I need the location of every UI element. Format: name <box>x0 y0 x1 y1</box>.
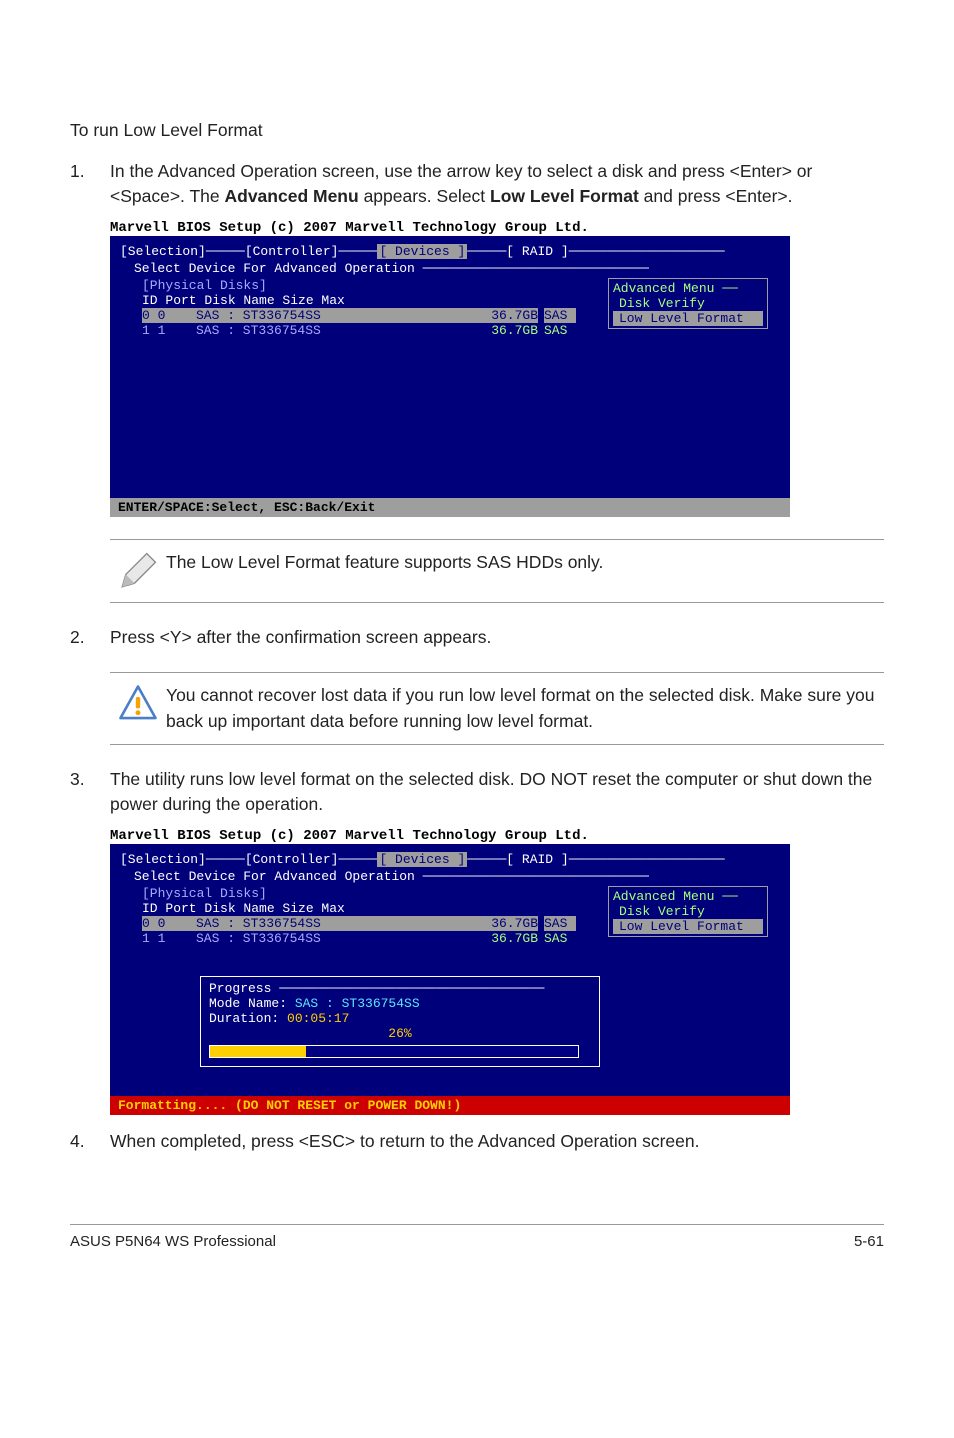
progress-percent: 26% <box>209 1026 591 1041</box>
mode-name-value: SAS : ST336754SS <box>287 996 420 1011</box>
disk-0-size: 36.7GB <box>476 308 538 323</box>
tabline-b: ─────[ RAID ]──────────────────── <box>467 244 724 259</box>
step-2-num: 2. <box>70 625 110 650</box>
step-3: 3. The utility runs low level format on … <box>70 767 884 818</box>
footer-right: 5-61 <box>854 1233 884 1250</box>
mode-name-label: Mode Name: <box>209 996 287 1011</box>
progress-title: Progress ───────────────────────────────… <box>209 981 591 996</box>
bios-tabs-2: [Selection]─────[Controller]─────[ Devic… <box>120 852 780 867</box>
page-footer: ASUS P5N64 WS Professional 5-61 <box>70 1224 884 1250</box>
note-2-text: You cannot recover lost data if you run … <box>166 683 884 734</box>
step-1-text: In the Advanced Operation screen, use th… <box>110 159 884 210</box>
bios-caption-1: Marvell BIOS Setup (c) 2007 Marvell Tech… <box>110 220 884 236</box>
step-4: 4. When completed, press <ESC> to return… <box>70 1129 884 1154</box>
advanced-menu: Advanced Menu ── Disk Verify Low Level F… <box>608 278 768 329</box>
adv-menu-disk-verify[interactable]: Disk Verify <box>613 296 763 311</box>
step-4-num: 4. <box>70 1129 110 1154</box>
adv-menu-title: Advanced Menu ── <box>613 281 763 296</box>
footer-left: ASUS P5N64 WS Professional <box>70 1233 276 1250</box>
bios-screen-1: [Selection]─────[Controller]─────[ Devic… <box>110 236 790 498</box>
step-1-bold-2: Low Level Format <box>490 186 639 206</box>
disk-0b-name: SAS : ST336754SS <box>196 916 476 931</box>
step-4-text: When completed, press <ESC> to return to… <box>110 1129 884 1154</box>
disk-1b-id: 1 1 <box>142 931 196 946</box>
tab-devices[interactable]: [ Devices ] <box>377 244 467 259</box>
step-1-text-b: appears. Select <box>359 186 490 206</box>
step-1: 1. In the Advanced Operation screen, use… <box>70 159 884 210</box>
pencil-icon <box>110 550 166 592</box>
tabline-a: [Selection]─────[Controller]───── <box>120 244 377 259</box>
duration-value: 00:05:17 <box>279 1011 349 1026</box>
progress-bar <box>209 1045 579 1058</box>
adv-menu-disk-verify-2[interactable]: Disk Verify <box>613 904 763 919</box>
tabline-a-2: [Selection]─────[Controller]───── <box>120 852 377 867</box>
step-2: 2. Press <Y> after the confirmation scre… <box>70 625 884 650</box>
disk-1b-size: 36.7GB <box>476 931 538 946</box>
note-2: You cannot recover lost data if you run … <box>110 672 884 745</box>
bios-status-1: ENTER/SPACE:Select, ESC:Back/Exit <box>110 498 790 517</box>
step-3-text: The utility runs low level format on the… <box>110 767 884 818</box>
warning-icon <box>110 683 166 725</box>
advanced-menu-2: Advanced Menu ── Disk Verify Low Level F… <box>608 886 768 937</box>
progress-bar-fill <box>210 1046 306 1057</box>
disk-1b-type: SAS <box>544 931 576 946</box>
step-3-num: 3. <box>70 767 110 818</box>
tab-devices-2[interactable]: [ Devices ] <box>377 852 467 867</box>
step-1-text-c: and press <Enter>. <box>639 186 793 206</box>
step-2-text: Press <Y> after the confirmation screen … <box>110 625 884 650</box>
bios-subhead: Select Device For Advanced Operation ───… <box>134 261 780 276</box>
duration-label: Duration: <box>209 1011 279 1026</box>
bios-status-2: Formatting.... (DO NOT RESET or POWER DO… <box>110 1096 790 1115</box>
disk-0-id: 0 0 <box>142 308 196 323</box>
disk-1-id: 1 1 <box>142 323 196 338</box>
disk-0-type: SAS <box>544 308 576 323</box>
bios-caption-2: Marvell BIOS Setup (c) 2007 Marvell Tech… <box>110 828 884 844</box>
bios-subhead-2: Select Device For Advanced Operation ───… <box>134 869 780 884</box>
note-1-text: The Low Level Format feature supports SA… <box>166 550 884 575</box>
progress-box: Progress ───────────────────────────────… <box>200 976 600 1067</box>
disk-0b-type: SAS <box>544 916 576 931</box>
step-1-num: 1. <box>70 159 110 210</box>
adv-menu-low-level-format[interactable]: Low Level Format <box>613 311 763 326</box>
disk-0b-id: 0 0 <box>142 916 196 931</box>
disk-1b-name: SAS : ST336754SS <box>196 931 476 946</box>
bios-tabs: [Selection]─────[Controller]─────[ Devic… <box>120 244 780 259</box>
disk-1-size: 36.7GB <box>476 323 538 338</box>
disk-0-name: SAS : ST336754SS <box>196 308 476 323</box>
tabline-b-2: ─────[ RAID ]──────────────────── <box>467 852 724 867</box>
step-1-bold-1: Advanced Menu <box>225 186 359 206</box>
adv-menu-low-level-format-2[interactable]: Low Level Format <box>613 919 763 934</box>
section-title: To run Low Level Format <box>70 120 884 141</box>
note-1: The Low Level Format feature supports SA… <box>110 539 884 603</box>
bios-screen-2: [Selection]─────[Controller]─────[ Devic… <box>110 844 790 1096</box>
disk-1-name: SAS : ST336754SS <box>196 323 476 338</box>
disk-0b-size: 36.7GB <box>476 916 538 931</box>
disk-1-type: SAS <box>544 323 576 338</box>
adv-menu-title-2: Advanced Menu ── <box>613 889 763 904</box>
